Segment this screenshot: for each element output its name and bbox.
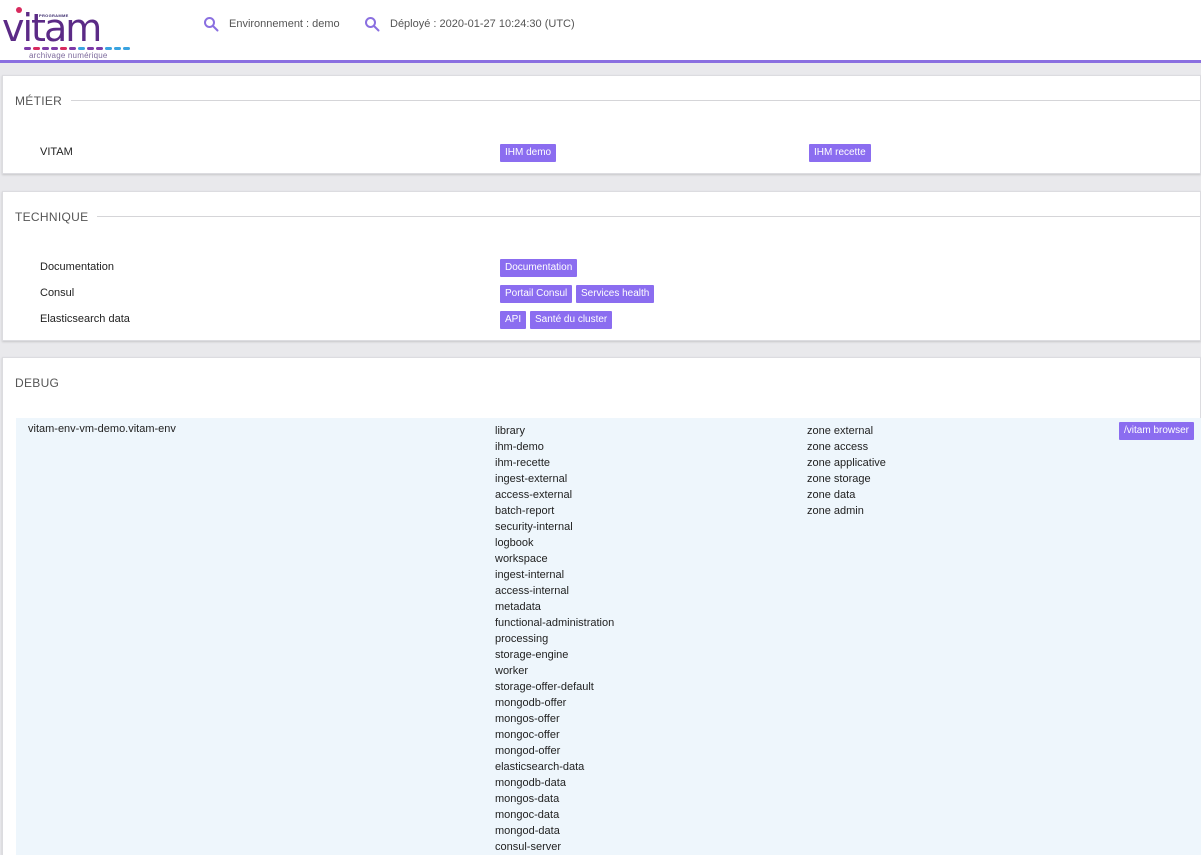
vitam-logo[interactable]: PROGRAMME vitam archivage numérique [2, 4, 152, 60]
service-item: ihm-recette [495, 457, 551, 469]
deployed-text: Déployé : 2020-01-27 10:24:30 (UTC) [390, 18, 575, 30]
service-item: metadata [495, 601, 541, 613]
services-health-link[interactable]: Services health [576, 285, 655, 303]
row-label-vitam: VITAM [40, 146, 73, 158]
row-label-elasticsearch: Elasticsearch data [40, 313, 130, 325]
service-item: library [495, 425, 525, 437]
zone-item: zone admin [807, 505, 864, 517]
search-icon [204, 17, 219, 32]
zone-item: zone applicative [807, 457, 886, 469]
service-item: consul-server [495, 841, 562, 853]
service-list: library ihm-demo ihm-recette ingest-externa… [495, 423, 614, 855]
service-item: storage-engine [495, 649, 569, 661]
elasticsearch-api-link[interactable]: API [500, 311, 527, 329]
service-item: worker [495, 665, 529, 677]
service-item: mongoc-offer [495, 729, 560, 741]
service-item: ingest-external [495, 473, 568, 485]
ihm-demo-link[interactable]: IHM demo [500, 144, 557, 162]
service-item: elasticsearch-data [495, 761, 585, 773]
documentation-link[interactable]: Documentation [500, 259, 578, 277]
technique-section: TECHNIQUE Documentation Documentation Co… [2, 191, 1201, 341]
service-item: mongodb-data [495, 777, 566, 789]
service-item: mongodb-offer [495, 697, 567, 709]
zone-list: zone external zone access zone applicative… [807, 423, 886, 519]
app-header: PROGRAMME vitam archivage numérique Envi… [0, 0, 1201, 63]
metier-section: MÉTIER VITAM IHM demo IHM recette [2, 75, 1201, 174]
zone-item: zone storage [807, 473, 871, 485]
debug-section: DEBUG vitam-env-vm-demo.vitam-env librar… [2, 357, 1201, 855]
vitam-browser-button[interactable]: /vitam browser [1119, 422, 1195, 440]
zone-item: zone external [807, 425, 874, 437]
row-label-consul: Consul [40, 287, 75, 299]
zone-item: zone access [807, 441, 869, 453]
service-item: functional-administration [495, 617, 615, 629]
zone-item: zone data [807, 489, 856, 501]
row-label-documentation: Documentation [40, 261, 114, 273]
debug-host-name: vitam-env-vm-demo.vitam-env [28, 423, 176, 435]
section-title: DEBUG [15, 376, 60, 390]
section-divider [97, 216, 1200, 217]
service-item: storage-offer-default [495, 681, 594, 693]
environment-info: Environnement : demo [203, 16, 340, 32]
cluster-health-link[interactable]: Santé du cluster [530, 311, 613, 329]
section-title: MÉTIER [15, 94, 63, 108]
service-item: mongos-offer [495, 713, 560, 725]
service-item: security-internal [495, 521, 573, 533]
logo-tagline: archivage numérique [29, 51, 108, 60]
service-item: logbook [495, 537, 534, 549]
ihm-recette-link[interactable]: IHM recette [809, 144, 871, 162]
service-item: mongod-offer [495, 745, 561, 757]
service-item: processing [495, 633, 549, 645]
service-item: mongos-data [495, 793, 560, 805]
service-item: mongoc-data [495, 809, 560, 821]
service-item: access-external [495, 489, 573, 501]
section-title: TECHNIQUE [15, 210, 89, 224]
service-item: ingest-internal [495, 569, 565, 581]
service-item: workspace [495, 553, 548, 565]
service-item: batch-report [495, 505, 555, 517]
portail-consul-link[interactable]: Portail Consul [500, 285, 573, 303]
service-item: ihm-demo [495, 441, 544, 453]
search-icon [365, 17, 380, 32]
section-divider [71, 100, 1200, 101]
debug-host-panel: vitam-env-vm-demo.vitam-env library ihm-d… [16, 418, 1201, 855]
logo-wordmark: vitam [2, 6, 102, 50]
environment-text: Environnement : demo [229, 18, 340, 30]
service-item: mongod-data [495, 825, 560, 837]
service-item: access-internal [495, 585, 569, 597]
deployed-info: Déployé : 2020-01-27 10:24:30 (UTC) [364, 16, 575, 32]
